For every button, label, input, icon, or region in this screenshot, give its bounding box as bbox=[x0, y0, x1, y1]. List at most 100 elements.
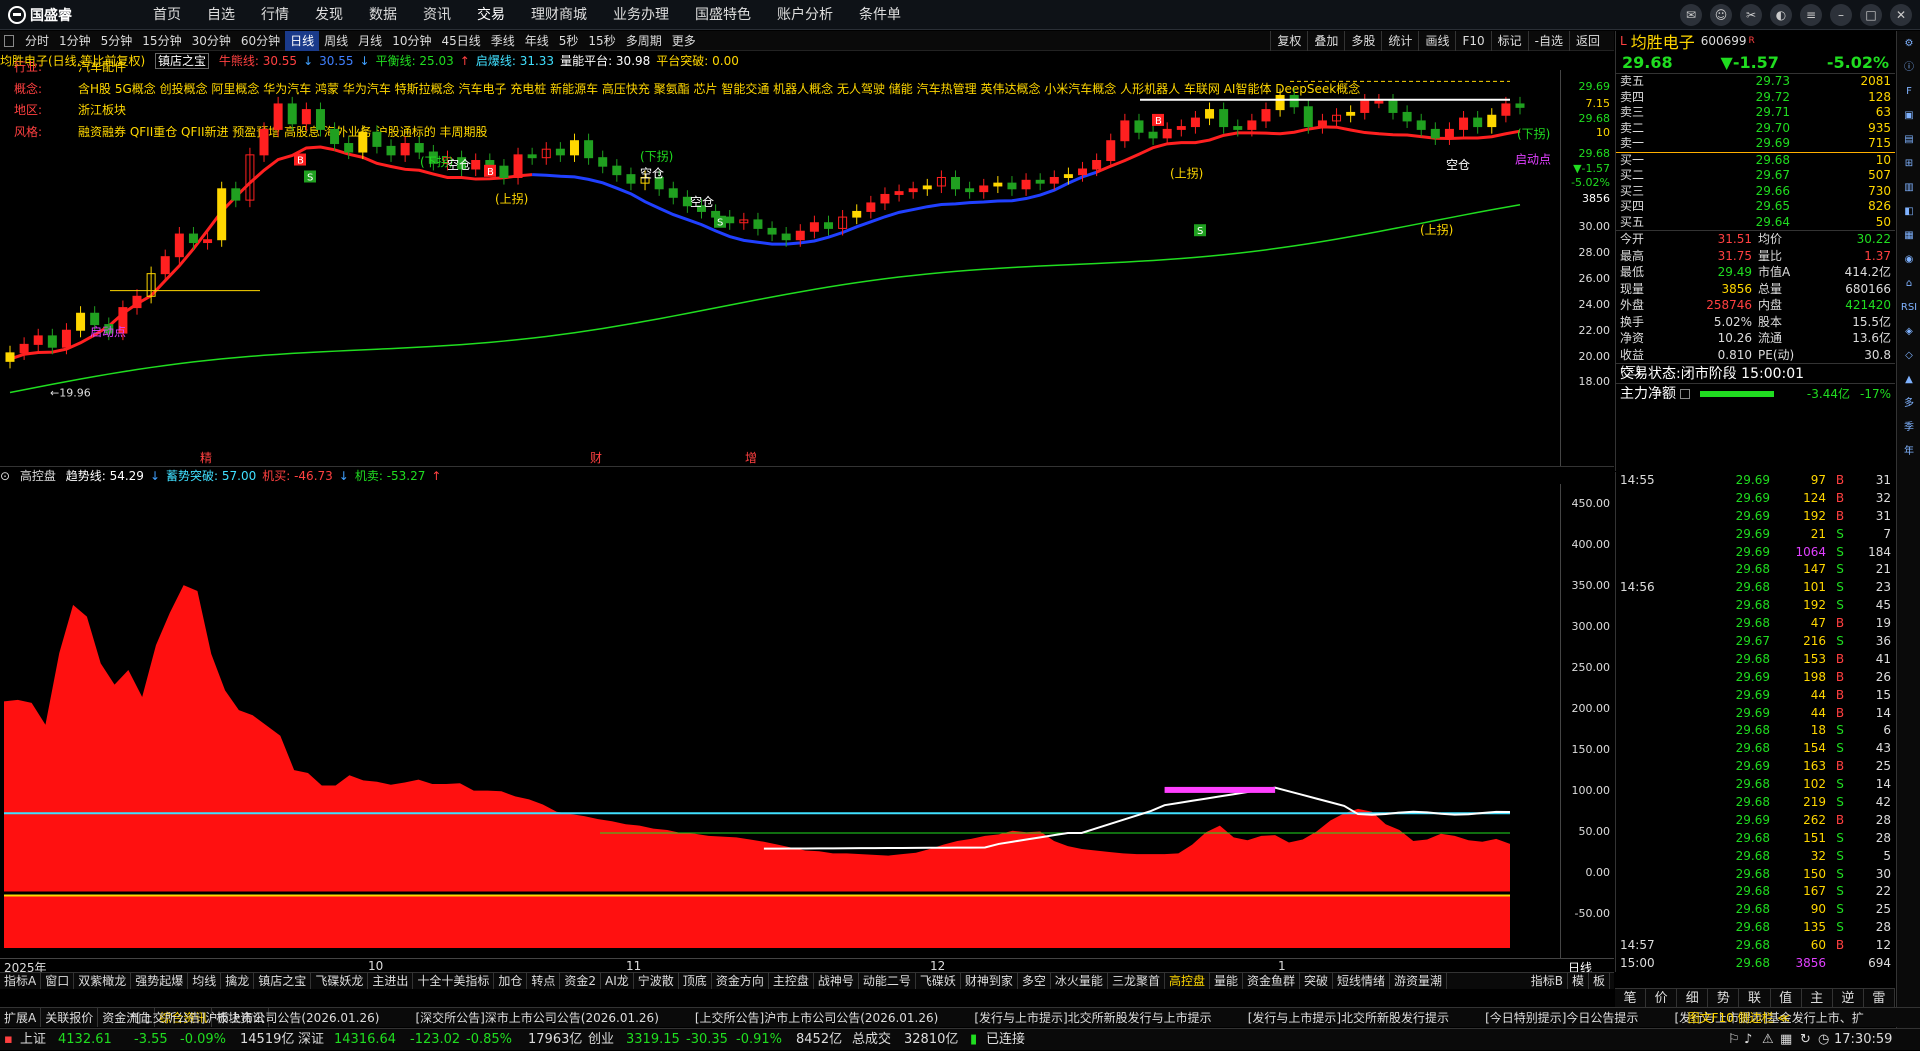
maximize-icon[interactable]: □ bbox=[1860, 4, 1882, 26]
side-tab-4[interactable]: ▤ bbox=[1898, 129, 1920, 151]
menu-item-7[interactable]: 理财商城 bbox=[518, 0, 600, 30]
message-icon[interactable]: ✉ bbox=[1680, 4, 1702, 26]
candle[interactable] bbox=[725, 216, 735, 224]
chart-tool-1[interactable]: 叠加 bbox=[1307, 31, 1344, 51]
candle[interactable] bbox=[217, 188, 227, 241]
candle[interactable] bbox=[273, 103, 283, 130]
candle[interactable] bbox=[951, 176, 961, 190]
candle[interactable] bbox=[174, 233, 184, 258]
side-tab-5[interactable]: ⊞ bbox=[1898, 153, 1920, 175]
side-tab-3[interactable]: ▣ bbox=[1898, 105, 1920, 127]
candle[interactable] bbox=[894, 191, 904, 195]
candle[interactable] bbox=[880, 193, 890, 204]
candle[interactable] bbox=[1049, 176, 1059, 184]
trade-signal-icon[interactable]: S bbox=[714, 215, 726, 229]
indicator-tab-21[interactable]: 财神到家 bbox=[961, 973, 1018, 989]
candle[interactable] bbox=[203, 239, 213, 244]
kline-chart[interactable]: 精财增←19.96(下拐)(上拐)(下拐)(上拐)(下拐)(上拐)空仓空仓空仓空… bbox=[0, 70, 1560, 466]
side-tab-0[interactable]: ⚙ bbox=[1898, 33, 1920, 55]
news-item[interactable]: [发行与上市提示]北交所新股发行与上市提示 bbox=[974, 1008, 1211, 1027]
close-icon[interactable]: ✕ bbox=[1890, 4, 1912, 26]
speaker-icon[interactable]: ♪ bbox=[1744, 1029, 1752, 1051]
candle[interactable] bbox=[132, 295, 142, 309]
trade-tab-4[interactable]: 联 bbox=[1739, 989, 1771, 1008]
indicator-tab-15[interactable]: 顶底 bbox=[679, 973, 712, 989]
candle[interactable] bbox=[1289, 94, 1299, 108]
candle[interactable] bbox=[1501, 103, 1511, 116]
candle[interactable] bbox=[344, 143, 354, 153]
candle[interactable] bbox=[1515, 103, 1525, 108]
indicator-tab-16[interactable]: 资金方向 bbox=[712, 973, 769, 989]
candle[interactable] bbox=[767, 227, 777, 235]
candle[interactable] bbox=[668, 188, 678, 198]
menu-item-9[interactable]: 国盛特色 bbox=[682, 0, 764, 30]
ask-row[interactable]: 卖二 29.70 935 bbox=[1616, 121, 1895, 137]
news-btn-0[interactable]: 扩展A bbox=[0, 1008, 42, 1027]
ask-row[interactable]: 卖四 29.72 128 bbox=[1616, 90, 1895, 106]
chart-tool-5[interactable]: F10 bbox=[1455, 31, 1490, 51]
period-1[interactable]: 1分钟 bbox=[54, 31, 96, 51]
candle[interactable] bbox=[400, 143, 410, 156]
candle[interactable] bbox=[47, 335, 57, 348]
candle[interactable] bbox=[1162, 128, 1172, 139]
ask-row[interactable]: 卖一 29.69 715 bbox=[1616, 136, 1895, 152]
candle[interactable] bbox=[287, 103, 297, 125]
period-0[interactable]: 分时 bbox=[20, 31, 54, 51]
indicator-tab-9[interactable]: 十全十美指标 bbox=[413, 973, 495, 989]
candle[interactable] bbox=[1021, 179, 1031, 190]
indicator-tab-19[interactable]: 动能二号 bbox=[859, 973, 916, 989]
chart-tool-8[interactable]: 返回 bbox=[1568, 31, 1606, 51]
indicator-tab-20[interactable]: 飞碟妖 bbox=[916, 973, 961, 989]
period-3[interactable]: 15分钟 bbox=[137, 31, 186, 51]
candle[interactable] bbox=[1374, 100, 1384, 104]
candle[interactable] bbox=[1416, 120, 1426, 130]
period-14[interactable]: 15秒 bbox=[583, 31, 620, 51]
indicator-name[interactable]: 高控盘 bbox=[20, 469, 56, 483]
candle[interactable] bbox=[626, 174, 636, 184]
period-12[interactable]: 年线 bbox=[520, 31, 554, 51]
candle[interactable] bbox=[527, 154, 537, 159]
side-tab-14[interactable]: ▲ bbox=[1898, 369, 1920, 391]
candle[interactable] bbox=[1007, 182, 1017, 190]
candle[interactable] bbox=[1106, 140, 1116, 162]
news-item[interactable]: [今日特别提示]今日公告提示 bbox=[1485, 1008, 1638, 1027]
indicator-settings-icon[interactable]: ⊙ bbox=[0, 469, 10, 483]
candle[interactable] bbox=[1402, 111, 1412, 122]
candle[interactable] bbox=[1261, 109, 1271, 122]
menu-item-5[interactable]: 资讯 bbox=[410, 0, 464, 30]
side-tab-8[interactable]: ▦ bbox=[1898, 225, 1920, 247]
candle[interactable] bbox=[1063, 174, 1073, 178]
side-tab-13[interactable]: ◇ bbox=[1898, 345, 1920, 367]
indicator-tab-5[interactable]: 擒龙 bbox=[221, 973, 255, 989]
trade-signal-icon[interactable]: B bbox=[294, 153, 306, 167]
side-tab-1[interactable]: ⓘ bbox=[1898, 57, 1920, 79]
candle[interactable] bbox=[372, 131, 382, 147]
menu-item-2[interactable]: 行情 bbox=[248, 0, 302, 30]
candle[interactable] bbox=[90, 312, 100, 326]
app-logo[interactable]: 国盛睿 bbox=[8, 5, 72, 25]
ask-row[interactable]: 卖五 29.73 2081 bbox=[1616, 74, 1895, 90]
bid-row[interactable]: 买五 29.64 50 bbox=[1616, 215, 1895, 231]
side-tab-15[interactable]: 多 bbox=[1898, 393, 1920, 415]
indicator-tab-23[interactable]: 冰火量能 bbox=[1051, 973, 1108, 989]
menu-icon[interactable]: ≡ bbox=[1800, 4, 1822, 26]
period-10[interactable]: 45日线 bbox=[436, 31, 485, 51]
candle[interactable] bbox=[1176, 126, 1186, 130]
refresh-icon[interactable]: ↻ bbox=[1800, 1029, 1811, 1051]
candle[interactable] bbox=[1092, 160, 1102, 170]
bid-row[interactable]: 买二 29.67 507 bbox=[1616, 168, 1895, 184]
candle[interactable] bbox=[1233, 126, 1243, 130]
menu-item-0[interactable]: 首页 bbox=[140, 0, 194, 30]
trade-tab-7[interactable]: 逆 bbox=[1833, 989, 1864, 1008]
period-13[interactable]: 5秒 bbox=[554, 31, 584, 51]
trade-tab-5[interactable]: 值 bbox=[1771, 989, 1802, 1008]
indicator-tab-11[interactable]: 转点 bbox=[527, 973, 561, 989]
trade-tape[interactable]: 14:55 29.69 97 B 31 29.69 124 B 32 29.69 192 B 31 29.… bbox=[1615, 472, 1895, 972]
candle[interactable] bbox=[1190, 117, 1200, 128]
candle[interactable] bbox=[1303, 106, 1313, 128]
candle[interactable] bbox=[188, 233, 198, 244]
indicator-chart[interactable] bbox=[0, 484, 1560, 958]
candle[interactable] bbox=[61, 329, 71, 348]
stock-name[interactable]: 均胜电子 bbox=[1631, 29, 1695, 53]
candle[interactable] bbox=[5, 352, 15, 362]
